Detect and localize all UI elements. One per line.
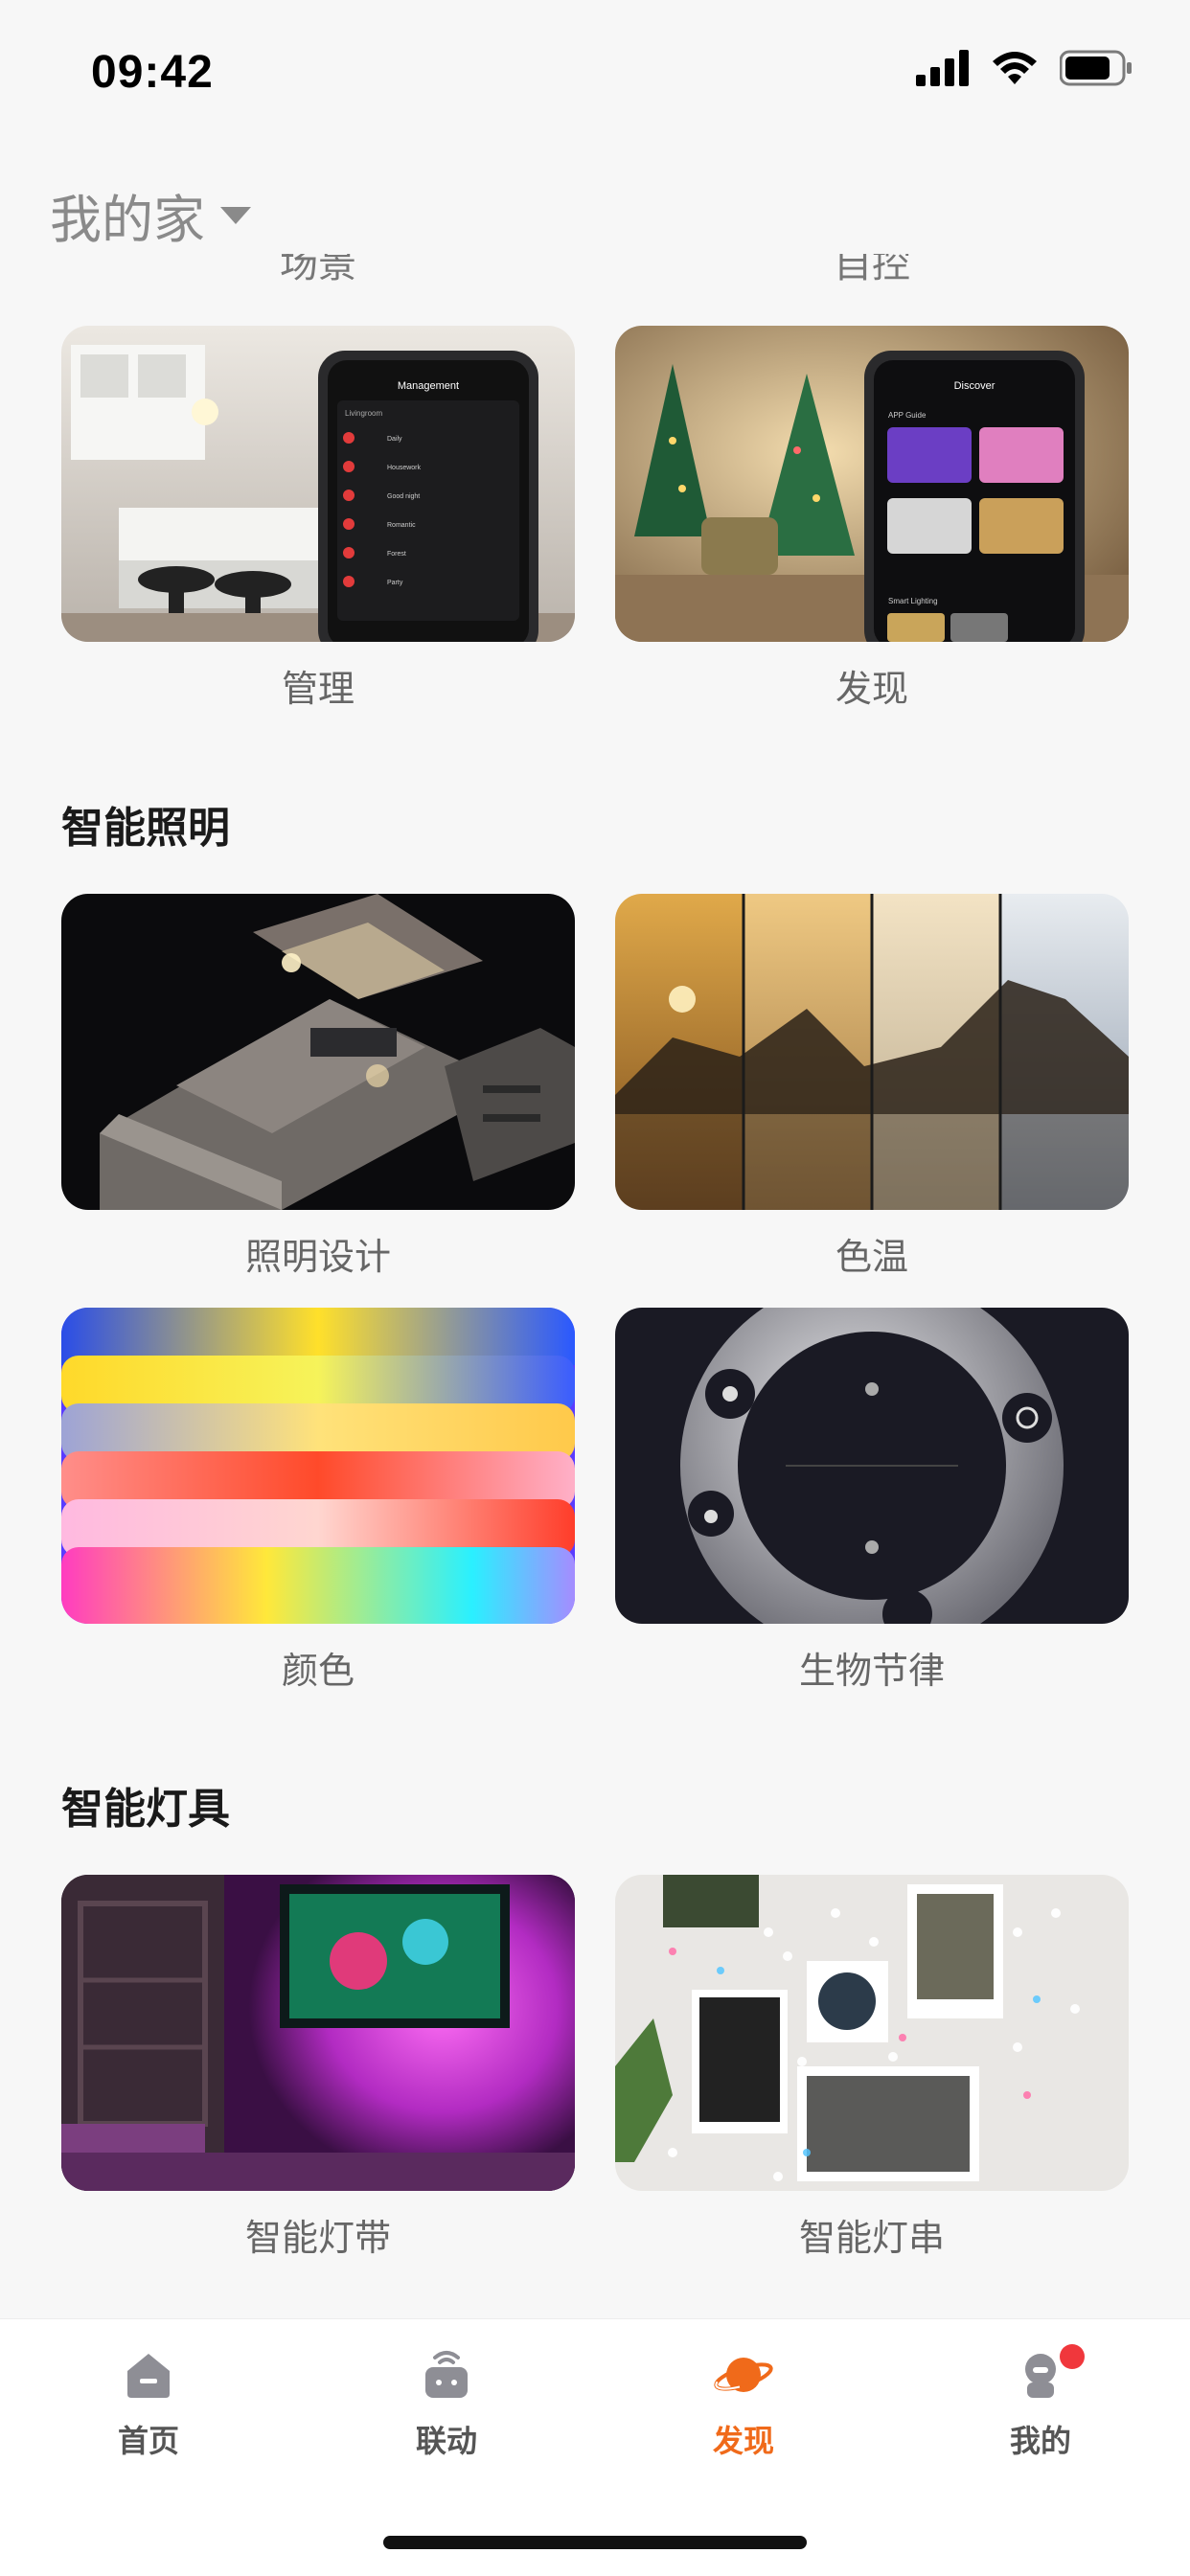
light-strip-image bbox=[61, 1875, 575, 2191]
color-image bbox=[61, 1308, 575, 1624]
card-light-strip[interactable]: 智能灯带 bbox=[61, 1875, 575, 2261]
card-lighting-design[interactable]: 照明设计 bbox=[61, 894, 575, 1280]
lighting-design-image bbox=[61, 894, 575, 1210]
discover-phone-footer: Smart Lighting bbox=[888, 597, 938, 605]
management-item: Housework bbox=[387, 465, 422, 471]
tab-home[interactable]: 首页 bbox=[53, 2348, 244, 2461]
clipped-label-right: 自控 bbox=[834, 254, 910, 286]
management-item: Good night bbox=[387, 493, 420, 500]
home-indicator bbox=[383, 2536, 807, 2549]
section-title-fixtures: 智能灯具 bbox=[61, 1785, 230, 1834]
card-circadian[interactable]: 生物节律 bbox=[615, 1308, 1129, 1694]
tab-mine[interactable]: 我的 bbox=[945, 2344, 1136, 2461]
card-label: 生物节律 bbox=[798, 1650, 945, 1692]
status-bar: 09:42 bbox=[0, 0, 1190, 144]
discover-phone-title: Discover bbox=[954, 380, 995, 392]
management-item: Romantic bbox=[387, 522, 416, 529]
card-color[interactable]: 颜色 bbox=[61, 1308, 575, 1694]
card-label: 智能灯串 bbox=[798, 2217, 945, 2259]
home-icon bbox=[127, 2354, 170, 2398]
management-item: Party bbox=[387, 580, 403, 586]
management-image: Management Livingroom Daily Housework Go… bbox=[61, 326, 575, 642]
card-label: 颜色 bbox=[281, 1650, 355, 1692]
planet-icon bbox=[714, 2358, 773, 2392]
battery-icon bbox=[1060, 50, 1132, 86]
discover-scroll[interactable]: 场景 自控 Management Livingroom Daily Housew… bbox=[0, 254, 1190, 2318]
wifi-icon bbox=[993, 52, 1037, 84]
management-item: Daily bbox=[387, 436, 402, 443]
status-time: 09:42 bbox=[91, 47, 214, 98]
tab-label: 我的 bbox=[1009, 2423, 1071, 2459]
color-temperature-image bbox=[615, 894, 1129, 1210]
discover-phone-subtitle: APP Guide bbox=[888, 411, 927, 420]
management-item: Forest bbox=[387, 551, 406, 558]
circadian-image bbox=[615, 1308, 1129, 1624]
clipped-label-left: 场景 bbox=[280, 254, 356, 286]
card-label: 发现 bbox=[835, 668, 908, 710]
signal-icon bbox=[916, 50, 969, 86]
card-color-temperature[interactable]: 色温 bbox=[615, 894, 1129, 1280]
section-title-lighting: 智能照明 bbox=[61, 804, 230, 853]
tab-label: 联动 bbox=[415, 2423, 477, 2459]
card-label: 照明设计 bbox=[244, 1236, 391, 1278]
svg-text:Livingroom: Livingroom bbox=[345, 409, 382, 418]
card-management[interactable]: Management Livingroom Daily Housework Go… bbox=[61, 326, 575, 712]
bottom-tab-bar: 首页 联动 发现 我的 bbox=[0, 2318, 1190, 2576]
card-string-lights[interactable]: 智能灯串 bbox=[615, 1875, 1129, 2261]
discover-image: Discover APP Guide Smart Lighting bbox=[615, 326, 1129, 642]
home-selector[interactable]: 我的家 bbox=[50, 177, 253, 253]
tab-label: 发现 bbox=[712, 2423, 774, 2459]
tab-label: 首页 bbox=[117, 2423, 179, 2459]
home-title: 我的家 bbox=[50, 190, 205, 250]
status-icons bbox=[916, 50, 1133, 86]
card-discover[interactable]: Discover APP Guide Smart Lighting 发现 bbox=[615, 326, 1129, 712]
notification-badge bbox=[1060, 2344, 1085, 2369]
management-phone-title: Management bbox=[398, 380, 459, 392]
caret-down-icon bbox=[220, 206, 251, 224]
tab-linkage[interactable]: 联动 bbox=[351, 2348, 542, 2461]
linkage-icon bbox=[425, 2351, 468, 2398]
clipped-labels: 场景 自控 bbox=[0, 254, 1190, 290]
tab-discover[interactable]: 发现 bbox=[648, 2348, 839, 2461]
card-label: 智能灯带 bbox=[244, 2217, 391, 2259]
card-label: 色温 bbox=[835, 1236, 908, 1278]
string-lights-image bbox=[615, 1875, 1129, 2191]
card-label: 管理 bbox=[281, 668, 355, 710]
